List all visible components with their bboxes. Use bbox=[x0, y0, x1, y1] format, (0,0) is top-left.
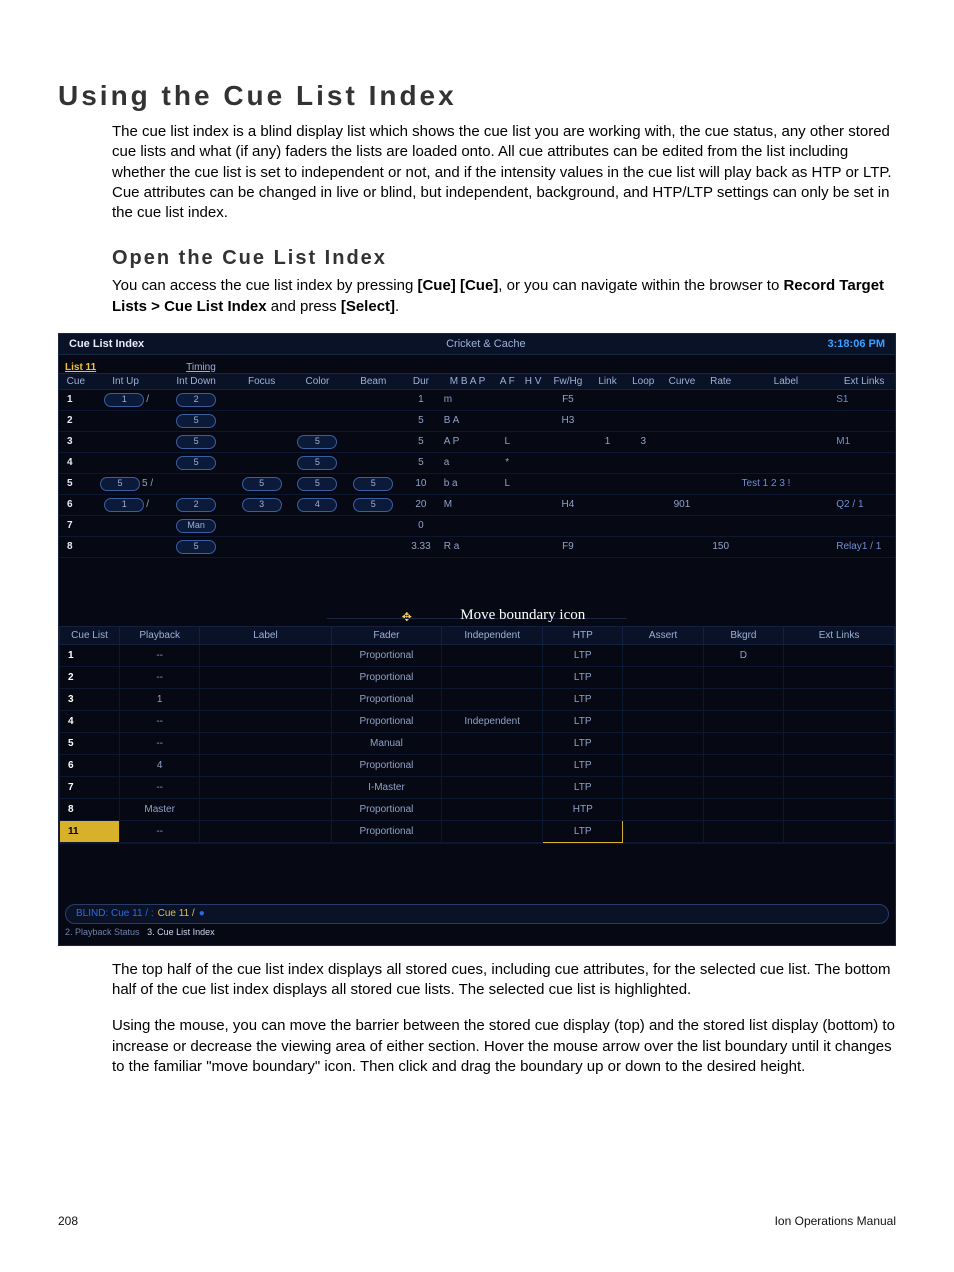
key-sequence: [Cue] [Cue] bbox=[417, 277, 498, 294]
window-subtitle: Cricket & Cache bbox=[154, 338, 817, 350]
window-titlebar: Cue List Index Cricket & Cache 3:18:06 P… bbox=[59, 334, 895, 355]
timing-chip: 5 bbox=[353, 477, 393, 491]
cmd-terminator-icon: ● bbox=[199, 908, 205, 919]
column-header: Ext Links bbox=[784, 626, 895, 644]
after-paragraph-1: The top half of the cue list index displ… bbox=[112, 960, 896, 1001]
timing-chip: 4 bbox=[297, 498, 337, 512]
column-header: HTP bbox=[543, 626, 623, 644]
column-header: Int Down bbox=[159, 374, 234, 390]
page-title: Using the Cue List Index bbox=[58, 80, 896, 112]
command-line[interactable]: BLIND: Cue 11 / : Cue 11 / ● bbox=[65, 904, 889, 924]
timing-chip: 5 bbox=[297, 456, 337, 470]
manual-name: Ion Operations Manual bbox=[775, 1214, 896, 1228]
open-paragraph: You can access the cue list index by pre… bbox=[112, 276, 896, 317]
table-row[interactable]: 64ProportionalLTP bbox=[60, 754, 895, 776]
after-paragraph-2: Using the mouse, you can move the barrie… bbox=[112, 1016, 896, 1077]
cue-list-index-figure: Cue List Index Cricket & Cache 3:18:06 P… bbox=[58, 333, 896, 946]
column-header: Label bbox=[739, 374, 834, 390]
timing-chip: 5 bbox=[176, 435, 216, 449]
cue-detail-table: CueInt UpInt DownFocusColorBeamDurM B A … bbox=[59, 374, 895, 612]
table-row[interactable]: 7Man0 bbox=[59, 515, 895, 536]
column-header: Fw/Hg bbox=[546, 374, 590, 390]
text-run: and press bbox=[267, 298, 341, 315]
table-row[interactable]: 11/21mF5S1 bbox=[59, 389, 895, 410]
tab-cue-list-index[interactable]: 3. Cue List Index bbox=[147, 927, 215, 937]
table-row[interactable]: 3555A PL13M1 bbox=[59, 431, 895, 452]
list-header-row: List 11 Timing bbox=[59, 355, 895, 374]
table-row[interactable]: 4555a* bbox=[59, 452, 895, 473]
move-boundary-callout: ✥ Move boundary icon bbox=[59, 608, 895, 626]
timing-chip: 1 bbox=[104, 498, 144, 512]
timing-chip: 5 bbox=[100, 477, 140, 491]
column-header: Int Up bbox=[93, 374, 159, 390]
column-header: Beam bbox=[345, 374, 401, 390]
table-row[interactable]: 8MasterProportionalHTP bbox=[60, 798, 895, 820]
column-header: Cue bbox=[59, 374, 93, 390]
table-row[interactable]: 61/234520MH4901Q2 / 1 bbox=[59, 494, 895, 515]
timing-chip: 2 bbox=[176, 498, 216, 512]
column-header: Rate bbox=[703, 374, 739, 390]
text-run: . bbox=[395, 298, 399, 315]
boundary-label: Move boundary icon bbox=[460, 607, 585, 624]
timing-chip: 2 bbox=[176, 393, 216, 407]
table-row[interactable]: 5--ManualLTP bbox=[60, 732, 895, 754]
table-row[interactable]: 7--I-MasterLTP bbox=[60, 776, 895, 798]
column-header: Loop bbox=[625, 374, 661, 390]
page-number: 208 bbox=[58, 1214, 78, 1228]
text-run: You can access the cue list index by pre… bbox=[112, 277, 417, 294]
cue-list-table: Cue ListPlaybackLabelFaderIndependentHTP… bbox=[59, 626, 895, 843]
timing-chip: 5 bbox=[176, 540, 216, 554]
column-header: Fader bbox=[331, 626, 442, 644]
column-header: Label bbox=[200, 626, 331, 644]
timing-chip: 5 bbox=[176, 456, 216, 470]
section-heading: Open the Cue List Index bbox=[112, 247, 896, 270]
column-header: Ext Links bbox=[833, 374, 895, 390]
list-label: List 11 bbox=[65, 362, 96, 373]
tab-bar: 2. Playback Status 3. Cue List Index bbox=[59, 926, 895, 945]
table-row[interactable]: 853.33R aF9150Relay1 / 1 bbox=[59, 536, 895, 557]
column-header: Curve bbox=[661, 374, 703, 390]
timing-chip: 5 bbox=[176, 414, 216, 428]
timing-chip: 5 bbox=[353, 498, 393, 512]
table-row[interactable]: 1--ProportionalLTPD bbox=[60, 644, 895, 666]
blank-area bbox=[59, 843, 895, 898]
cmd-mode: BLIND: Cue 11 / : bbox=[76, 908, 154, 919]
move-boundary-icon[interactable]: ✥ bbox=[402, 610, 412, 624]
column-header: Color bbox=[290, 374, 346, 390]
timing-label: Timing bbox=[186, 362, 216, 373]
window-title: Cue List Index bbox=[59, 338, 154, 350]
table-row[interactable]: 555 /55510b aLTest 1 2 3 ! bbox=[59, 473, 895, 494]
timing-chip: 5 bbox=[242, 477, 282, 491]
clock-display: 3:18:06 PM bbox=[818, 338, 895, 350]
column-header: Dur bbox=[401, 374, 441, 390]
timing-chip: 5 bbox=[297, 477, 337, 491]
column-header: Focus bbox=[234, 374, 290, 390]
page-footer: 208 Ion Operations Manual bbox=[58, 1214, 896, 1228]
table-row[interactable]: 4--ProportionalIndependentLTP bbox=[60, 710, 895, 732]
column-header: Playback bbox=[120, 626, 200, 644]
intro-paragraph: The cue list index is a blind display li… bbox=[112, 122, 896, 223]
timing-chip: 5 bbox=[297, 435, 337, 449]
column-header: Link bbox=[590, 374, 626, 390]
text-run: , or you can navigate within the browser… bbox=[498, 277, 783, 294]
column-header: Independent bbox=[442, 626, 543, 644]
column-header: Bkgrd bbox=[703, 626, 783, 644]
timing-chip: Man bbox=[176, 519, 216, 533]
column-header: A F bbox=[494, 374, 520, 390]
column-header: H V bbox=[520, 374, 546, 390]
tab-playback-status[interactable]: 2. Playback Status bbox=[65, 927, 140, 937]
table-row[interactable]: 31ProportionalLTP bbox=[60, 688, 895, 710]
column-header: Assert bbox=[623, 626, 703, 644]
column-header: M B A P bbox=[441, 374, 495, 390]
timing-chip: 1 bbox=[104, 393, 144, 407]
table-row[interactable]: 11--ProportionalLTP bbox=[60, 820, 895, 842]
key-name: [Select] bbox=[341, 298, 395, 315]
table-row[interactable]: 2--ProportionalLTP bbox=[60, 666, 895, 688]
cmd-target: Cue 11 / bbox=[158, 908, 195, 919]
column-header: Cue List bbox=[60, 626, 120, 644]
timing-chip: 3 bbox=[242, 498, 282, 512]
table-row[interactable]: 255B AH3 bbox=[59, 410, 895, 431]
